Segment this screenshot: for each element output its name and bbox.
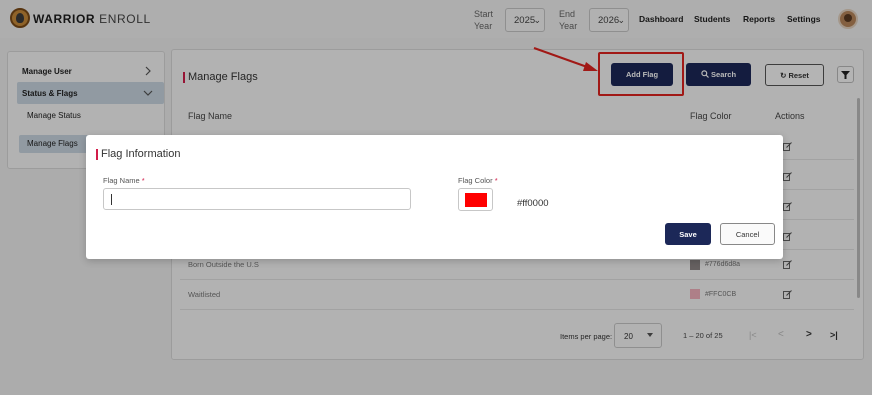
flag-name-label-text: Flag Name (103, 176, 140, 185)
required-mark: * (494, 176, 498, 185)
cancel-button[interactable]: Cancel (720, 223, 775, 245)
flag-color-label-text: Flag Color (458, 176, 493, 185)
flag-name-input[interactable] (103, 188, 411, 210)
text-cursor (111, 194, 112, 205)
flag-color-picker[interactable] (458, 188, 493, 211)
flag-color-value: #ff0000 (517, 198, 549, 209)
flag-information-dialog: Flag Information Flag Name * Flag Color … (86, 135, 783, 259)
modal-title-accent-bar (96, 149, 98, 160)
selected-color-swatch (465, 193, 487, 207)
flag-name-label: Flag Name * (103, 176, 145, 185)
save-button[interactable]: Save (665, 223, 711, 245)
modal-title: Flag Information (101, 148, 181, 160)
flag-color-label: Flag Color * (458, 176, 498, 185)
required-mark: * (141, 176, 145, 185)
